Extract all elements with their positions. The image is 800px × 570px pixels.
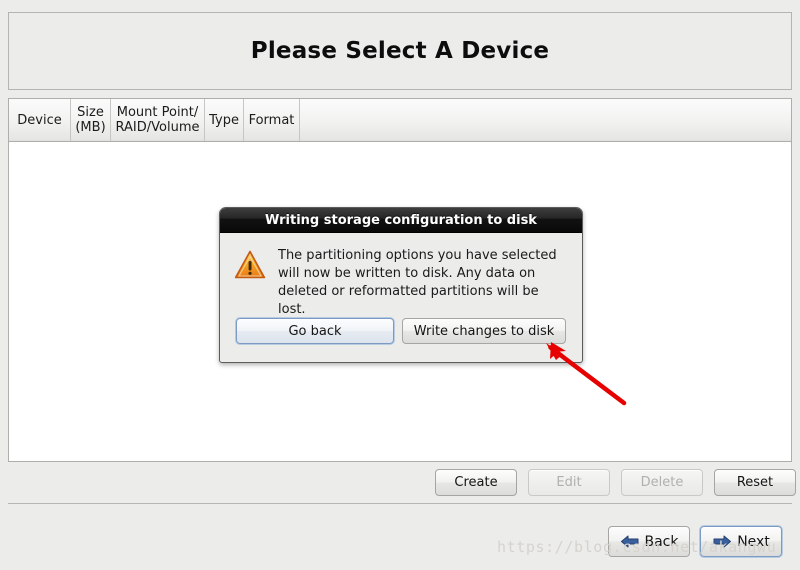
dialog-body: The partitioning options you have select… — [220, 233, 582, 319]
column-header-device[interactable]: Device — [9, 99, 71, 141]
column-header-format[interactable]: Format — [244, 99, 300, 141]
column-header-type[interactable]: Type — [205, 99, 244, 141]
dialog-titlebar: Writing storage configuration to disk — [220, 208, 582, 233]
go-back-button[interactable]: Go back — [236, 318, 394, 344]
write-changes-to-disk-button[interactable]: Write changes to disk — [402, 318, 566, 344]
footer-separator — [8, 503, 792, 504]
edit-button: Edit — [528, 469, 610, 496]
column-header-mount-point[interactable]: Mount Point/ RAID/Volume — [111, 99, 205, 141]
table-header-row: Device Size (MB) Mount Point/ RAID/Volum… — [9, 99, 791, 142]
column-header-size[interactable]: Size (MB) — [71, 99, 111, 141]
page-title: Please Select A Device — [250, 38, 550, 64]
action-button-row: Create Edit Delete Reset — [435, 469, 796, 496]
dialog-message: The partitioning options you have select… — [278, 248, 557, 317]
create-button[interactable]: Create — [435, 469, 517, 496]
writing-storage-configuration-dialog: Writing storage configuration to disk Th… — [219, 207, 583, 363]
warning-triangle-icon — [234, 250, 266, 279]
title-panel: Please Select A Device — [8, 12, 792, 90]
dialog-title: Writing storage configuration to disk — [265, 212, 537, 228]
watermark-text: https://blog.csdn.net/akangwu — [497, 538, 777, 556]
reset-button[interactable]: Reset — [714, 469, 796, 496]
column-header-filler — [300, 99, 791, 141]
dialog-button-row: Go back Write changes to disk — [220, 318, 582, 344]
delete-button: Delete — [621, 469, 703, 496]
